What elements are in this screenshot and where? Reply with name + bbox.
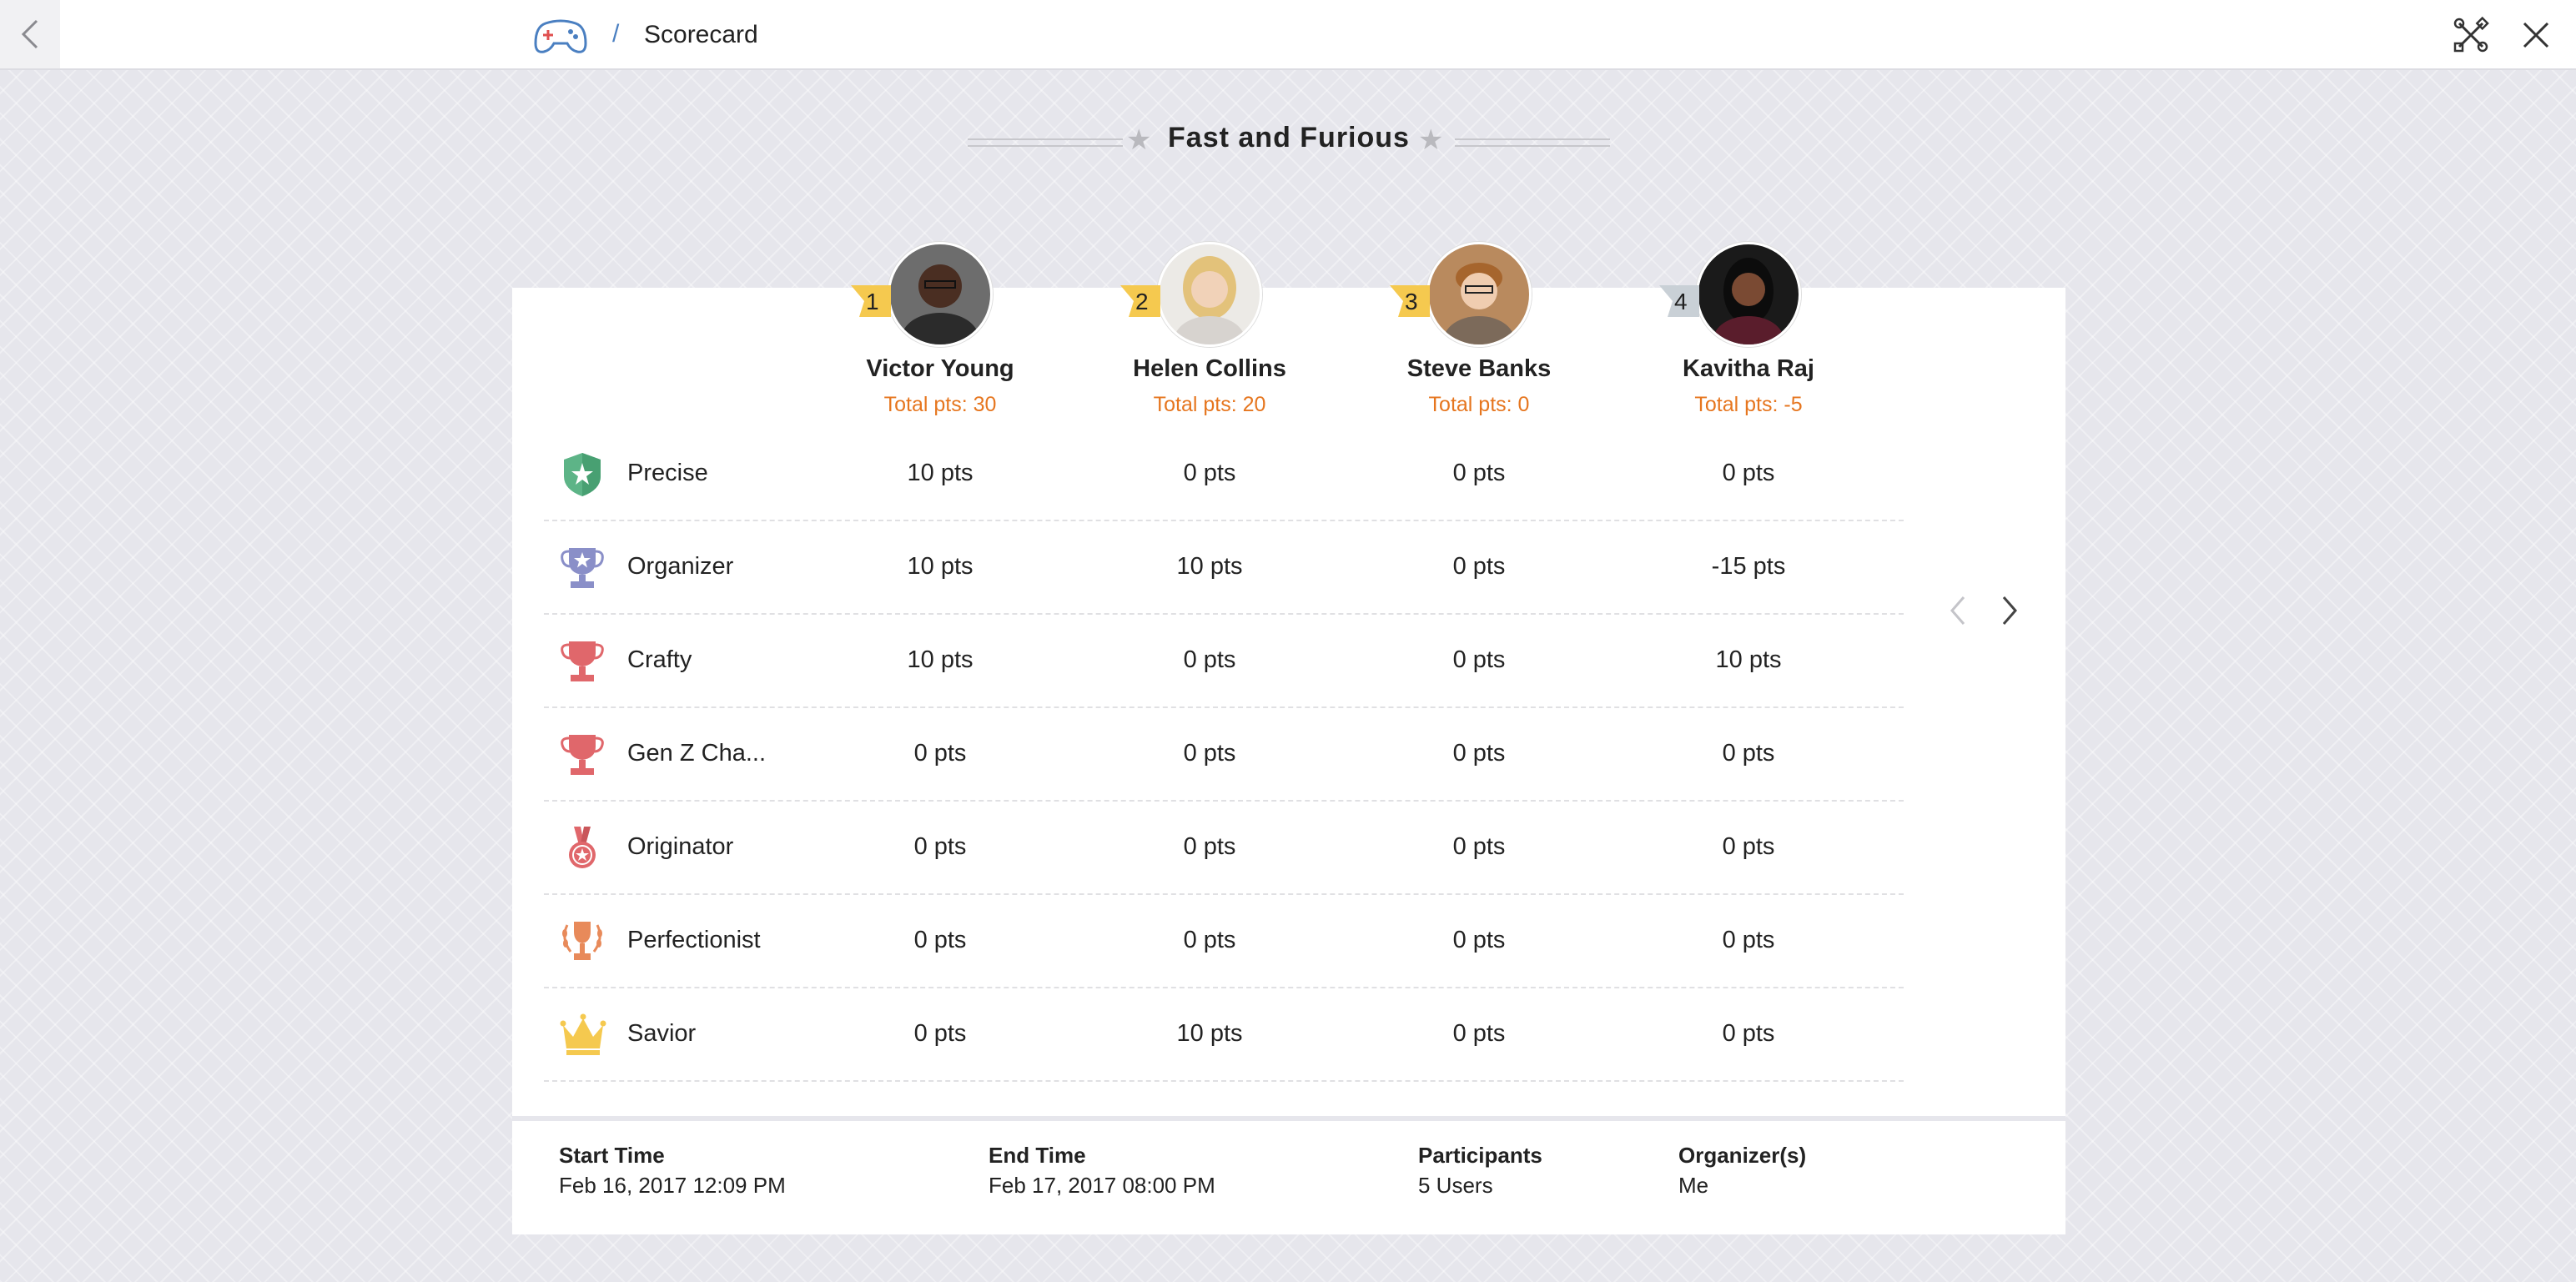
organizers-value: Me <box>1678 1173 1709 1198</box>
points-cell: 0 pts <box>1452 833 1506 860</box>
laurel-trophy-icon <box>562 922 602 960</box>
badge-label: Gen Z Cha... <box>627 740 767 767</box>
participant-total-points: Total pts: -5 <box>1694 393 1803 416</box>
badge-row-originator: Originator 0 pts 0 pts 0 pts 0 pts <box>544 800 1904 895</box>
avatar <box>1696 242 1801 347</box>
points-cell: 0 pts <box>1183 927 1236 953</box>
badge-row-precise: Precise 10 pts 0 pts 0 pts 0 pts <box>544 426 1904 521</box>
end-time-label: End Time <box>989 1143 1086 1168</box>
page-title: Scorecard <box>644 21 758 48</box>
points-cell: 0 pts <box>1452 646 1506 673</box>
avatar <box>1157 242 1262 347</box>
participant-total-points: Total pts: 20 <box>1153 393 1266 416</box>
trophy-icon <box>561 735 604 775</box>
badge-row-organizer: Organizer 10 pts 10 pts 0 pts -15 pts <box>544 520 1904 615</box>
points-cell: 0 pts <box>1452 460 1506 486</box>
trophy-icon <box>561 641 604 681</box>
start-time-value: Feb 16, 2017 12:09 PM <box>559 1173 786 1198</box>
participant-helen-collins[interactable]: 2 Helen Collins Total pts: 20 <box>1109 242 1310 417</box>
participant-name: Victor Young <box>866 355 1014 382</box>
points-cell: 0 pts <box>1452 553 1506 580</box>
crown-icon <box>560 1013 606 1055</box>
back-button[interactable] <box>0 0 60 68</box>
points-cell: 0 pts <box>1183 646 1236 673</box>
badge-label: Organizer <box>627 553 734 580</box>
points-cell: 0 pts <box>1722 740 1775 767</box>
points-cell: 0 pts <box>1722 460 1775 486</box>
points-cell: 0 pts <box>913 833 967 860</box>
badge-label: Originator <box>627 833 734 860</box>
badge-row-crafty: Crafty 10 pts 0 pts 0 pts 10 pts <box>544 613 1904 708</box>
badge-label: Savior <box>627 1020 697 1047</box>
rank-number: 1 <box>866 289 879 314</box>
participant-total-points: Total pts: 30 <box>883 393 997 416</box>
star-trophy-icon <box>561 548 604 588</box>
participant-name: Helen Collins <box>1133 355 1286 382</box>
medal-icon <box>569 827 596 868</box>
points-cell: 0 pts <box>913 740 967 767</box>
points-cell: 10 pts <box>907 460 974 486</box>
gamepad-icon <box>534 19 587 53</box>
participants-label: Participants <box>1418 1143 1542 1168</box>
close-icon[interactable] <box>2518 17 2554 53</box>
participant-victor-young[interactable]: 1 Victor Young Total pts: 30 <box>840 242 1040 417</box>
participant-kavitha-raj[interactable]: 4 Kavitha Raj Total pts: -5 <box>1648 242 1849 417</box>
points-cell: 0 pts <box>913 1020 967 1047</box>
points-cell: 10 pts <box>907 646 974 673</box>
points-cell: 0 pts <box>1183 833 1236 860</box>
badge-label: Perfectionist <box>627 927 761 953</box>
chevron-left-icon <box>21 19 38 49</box>
top-bar: / Scorecard <box>0 0 2576 70</box>
rank-number: 3 <box>1405 289 1418 314</box>
badge-row-perfectionist: Perfectionist 0 pts 0 pts 0 pts 0 pts <box>544 893 1904 988</box>
badge-label: Precise <box>627 460 708 486</box>
rank-number: 4 <box>1674 289 1688 314</box>
points-cell: 10 pts <box>1176 553 1243 580</box>
points-cell: 0 pts <box>1722 833 1775 860</box>
points-cell: 10 pts <box>1715 646 1782 673</box>
points-cell: 0 pts <box>1452 927 1506 953</box>
points-cell: -15 pts <box>1711 553 1786 580</box>
points-cell: 0 pts <box>913 927 967 953</box>
title-divider-right <box>1455 138 1610 147</box>
badge-row-savior: Savior 0 pts 10 pts 0 pts 0 pts <box>544 987 1904 1082</box>
points-cell: 10 pts <box>1176 1020 1243 1047</box>
badge-row-gen-z: Gen Z Cha... 0 pts 0 pts 0 pts 0 pts <box>544 706 1904 802</box>
participant-total-points: Total pts: 0 <box>1428 393 1530 416</box>
tools-icon[interactable] <box>2453 17 2489 53</box>
participant-name: Steve Banks <box>1406 355 1552 382</box>
shield-icon <box>564 453 601 496</box>
participant-name: Kavitha Raj <box>1683 355 1814 382</box>
badge-label: Crafty <box>627 646 692 673</box>
participant-steve-banks[interactable]: 3 Steve Banks Total pts: 0 <box>1379 242 1579 417</box>
chevron-left-icon[interactable] <box>1944 592 1974 629</box>
points-cell: 10 pts <box>907 553 974 580</box>
participants-value: 5 Users <box>1418 1173 1493 1198</box>
contest-title-row: ★ Fast and Furious ★ <box>968 115 1610 165</box>
points-cell: 0 pts <box>1722 927 1775 953</box>
points-cell: 0 pts <box>1183 460 1236 486</box>
points-cell: 0 pts <box>1452 1020 1506 1047</box>
points-cell: 0 pts <box>1452 740 1506 767</box>
start-time-label: Start Time <box>559 1143 665 1168</box>
rank-number: 2 <box>1135 289 1149 314</box>
end-time-value: Feb 17, 2017 08:00 PM <box>989 1173 1215 1198</box>
avatar <box>1426 242 1532 347</box>
points-cell: 0 pts <box>1722 1020 1775 1047</box>
breadcrumb-separator: / <box>612 20 620 48</box>
chevron-right-icon[interactable] <box>1994 592 2024 629</box>
avatar <box>888 242 993 347</box>
organizers-label: Organizer(s) <box>1678 1143 1807 1168</box>
star-icon: ★ <box>1418 124 1444 156</box>
points-cell: 0 pts <box>1183 740 1236 767</box>
